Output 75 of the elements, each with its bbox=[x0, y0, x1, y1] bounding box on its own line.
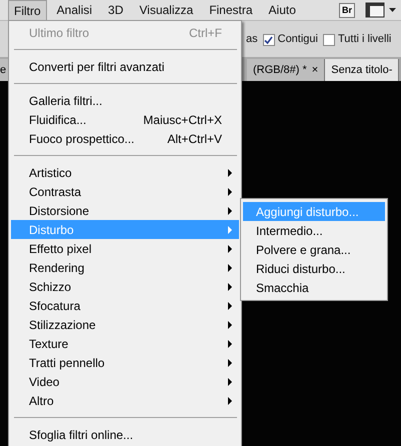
menu-item[interactable]: Galleria filtri... bbox=[11, 91, 239, 110]
submenu-arrow-icon bbox=[228, 168, 232, 176]
submenu-arrow-icon bbox=[228, 226, 232, 234]
menu-item-label: Altro bbox=[29, 394, 54, 408]
tab-title: (RGB/8#) * bbox=[253, 64, 307, 76]
menu-item[interactable]: Effetto pixel bbox=[11, 239, 239, 258]
menu-item-label: Fluidifica... bbox=[29, 112, 86, 126]
submenu-arrow-icon bbox=[228, 396, 232, 404]
checkbox[interactable] bbox=[262, 34, 275, 46]
menu-item[interactable]: Tratti pennello bbox=[11, 353, 239, 372]
menu-item[interactable]: Altro bbox=[11, 391, 239, 410]
menu-item[interactable]: Schizzo bbox=[11, 277, 239, 296]
menu-item[interactable]: Contrasta bbox=[11, 182, 239, 201]
menu-item-label: Tratti pennello bbox=[29, 356, 105, 370]
menu-item[interactable]: Rendering bbox=[11, 258, 239, 277]
menu-item[interactable]: Stilizzazione bbox=[11, 315, 239, 334]
option-label: as bbox=[246, 33, 258, 45]
menu-bar-item[interactable]: Visualizza bbox=[133, 0, 200, 20]
menu-item[interactable]: Converti per filtri avanzati bbox=[11, 57, 239, 76]
submenu-arrow-icon bbox=[228, 188, 232, 196]
menu-item[interactable]: Fluidifica... Maiusc+Ctrl+X bbox=[11, 110, 239, 129]
menu-item-label: Artistico bbox=[29, 166, 72, 180]
menu-item-label: Disturbo bbox=[29, 222, 74, 236]
menu-item[interactable]: Texture bbox=[11, 334, 239, 353]
menu-item[interactable]: Smacchia bbox=[243, 278, 385, 297]
submenu-arrow-icon bbox=[228, 320, 232, 328]
menu-item-label: Video bbox=[29, 374, 60, 388]
submenu-arrow-icon bbox=[228, 282, 232, 290]
document-tab[interactable]: (RGB/8#) * × bbox=[247, 59, 326, 81]
menu-item[interactable]: Polvere e grana... bbox=[243, 240, 385, 259]
shortcut-label: Maiusc+Ctrl+X bbox=[143, 112, 222, 126]
checkbox[interactable] bbox=[322, 34, 335, 46]
menu-item-label: Schizzo bbox=[29, 280, 72, 294]
menu-item-label: Sfocatura bbox=[29, 298, 80, 312]
menu-bar-item[interactable]: Filtro bbox=[8, 0, 47, 20]
submenu-arrow-icon bbox=[228, 340, 232, 348]
menu-bar-item[interactable]: 3D bbox=[102, 0, 130, 20]
tab-title: e bbox=[0, 64, 6, 76]
submenu-arrow-icon bbox=[228, 244, 232, 252]
shortcut-label: Ctrl+F bbox=[189, 26, 222, 40]
menu-item[interactable]: Fuoco prospettico... Alt+Ctrl+V bbox=[11, 129, 239, 148]
menu-item-label: Contrasta bbox=[29, 184, 82, 198]
menu-item-label: Galleria filtri... bbox=[29, 94, 102, 108]
submenu-arrow-icon bbox=[228, 206, 232, 214]
menu-item-label: Effetto pixel bbox=[29, 242, 92, 256]
submenu-arrow-icon bbox=[228, 264, 232, 272]
menu-bar-item[interactable]: Finestra bbox=[203, 0, 259, 20]
menu-item-label: Fuoco prospettico... bbox=[29, 132, 134, 146]
menu-item-label: Converti per filtri avanzati bbox=[29, 60, 164, 74]
checkbox-label: Contigui bbox=[278, 33, 318, 45]
menu-item[interactable]: Sfocatura bbox=[11, 296, 239, 315]
menu-bar-item[interactable]: Aiuto bbox=[262, 0, 302, 20]
close-icon[interactable]: × bbox=[312, 64, 318, 76]
tab-title: Senza titolo- bbox=[331, 64, 392, 76]
menu-item-label: Distorsione bbox=[29, 204, 90, 218]
submenu-arrow-icon bbox=[228, 302, 232, 310]
menu-item-label: Rendering bbox=[29, 260, 84, 274]
menu-item[interactable]: Artistico bbox=[11, 163, 239, 182]
menu-item-label: Ultimo filtro bbox=[29, 26, 90, 40]
screen-mode-icon[interactable] bbox=[365, 2, 397, 18]
menu-item-label: Texture bbox=[29, 336, 68, 350]
checkbox-label: Tutti i livelli bbox=[338, 33, 392, 45]
menu-item[interactable]: Riduci disturbo... bbox=[243, 259, 385, 278]
menu-item[interactable]: Distorsione bbox=[11, 201, 239, 220]
menu-item-label: Stilizzazione bbox=[29, 318, 96, 332]
menu-item[interactable]: Sfoglia filtri online... bbox=[11, 425, 239, 444]
menu-item-label: Sfoglia filtri online... bbox=[29, 428, 134, 442]
document-tab[interactable]: Senza titolo- bbox=[325, 59, 400, 81]
menu-bar-item[interactable]: Analisi bbox=[50, 0, 98, 20]
bridge-button[interactable]: Br bbox=[338, 2, 355, 18]
submenu-arrow-icon bbox=[228, 378, 232, 386]
shortcut-label: Alt+Ctrl+V bbox=[167, 132, 222, 146]
submenu-arrow-icon bbox=[228, 358, 232, 366]
menu-item[interactable]: Intermedio... bbox=[243, 221, 385, 240]
menu-item[interactable]: Video bbox=[11, 372, 239, 391]
